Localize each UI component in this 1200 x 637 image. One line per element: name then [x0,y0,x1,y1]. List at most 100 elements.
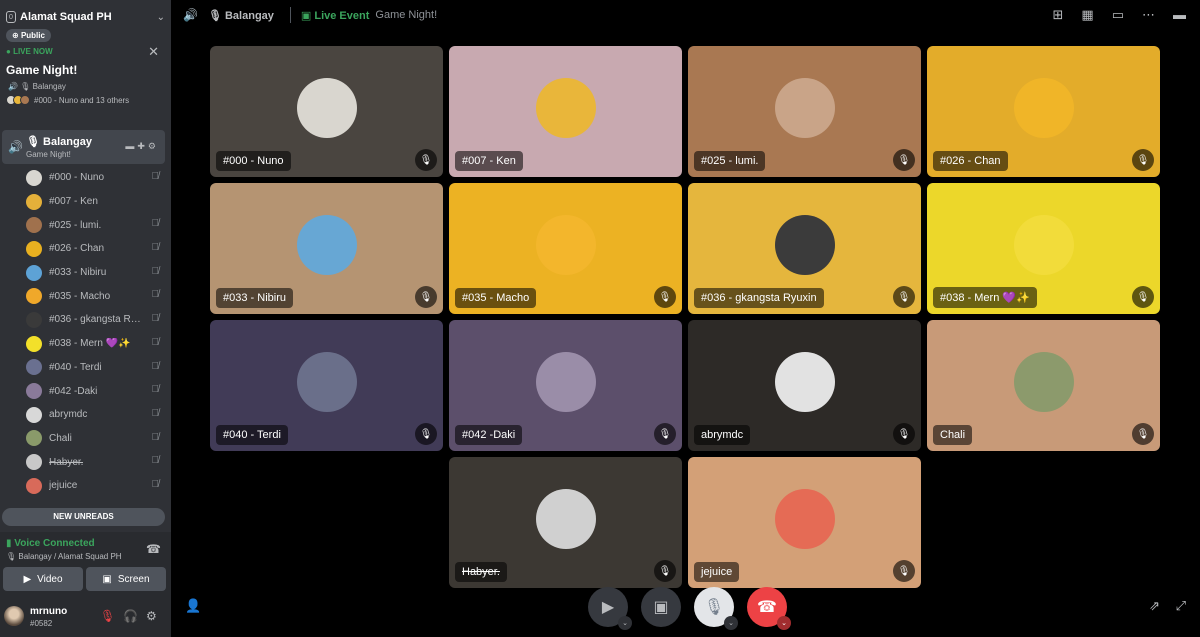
screen-icon: ▣ [102,573,112,585]
avatar [26,311,42,328]
voice-member-item[interactable]: #025 - lumi. 🎙̸ [0,213,171,237]
participant-name: Habyer. [455,562,507,582]
mic-muted-icon: 🎙 [654,286,676,308]
voice-member-item[interactable]: #026 - Chan 🎙̸ [0,237,171,261]
avatar [26,264,42,281]
public-badge: ⊕ Public [6,29,51,42]
avatar [26,240,42,257]
participant-tile[interactable]: #033 - Nibiru 🎙 [210,183,443,314]
voice-status[interactable]: ▮ Voice Connected [6,538,95,549]
mute-button[interactable]: 🎙 ⌄ [694,587,738,630]
chat-icon[interactable]: ▬ [125,141,137,151]
participant-tile[interactable]: #042 -Daki 🎙 [449,320,682,451]
avatar [774,351,835,412]
video-button[interactable]: ▶ Video [3,567,83,591]
more-options-icon[interactable]: ⋯ [1142,7,1155,23]
participant-name: #036 - gkangsta Ryuxin [694,288,824,308]
username[interactable]: mrnuno [30,606,67,617]
user-panel: mrnuno #0582 🎙 🎧 ⚙ [0,598,171,637]
event-attendees[interactable]: #000 - Nuno and 13 others [6,95,129,105]
server-name[interactable]: Alamat Squad PH [20,11,157,23]
invite-user-icon[interactable]: 👤 [185,598,201,614]
headphones-icon[interactable]: 🎧 [123,609,138,623]
fullscreen-icon[interactable]: ⤢ [1176,598,1186,614]
mic-muted-icon: 🎙 [703,599,725,616]
participant-tile[interactable]: #007 - Ken [449,46,682,177]
popout-icon[interactable]: ▭ [1112,7,1124,23]
camera-button[interactable]: ▶ ⌄ [588,587,632,630]
member-name: #035 - Macho [49,290,111,302]
participant-tile[interactable]: #000 - Nuno 🎙 [210,46,443,177]
layout-grid-icon[interactable]: ▦ [1081,7,1093,23]
add-user-icon[interactable]: ✚ [137,141,148,151]
participant-name: #038 - Mern 💜✨ [933,287,1037,308]
live-event-label[interactable]: ▣ Live Event [301,9,369,22]
channel-sidebar: 0 Alamat Squad PH ⌄ ⊕ Public ● LIVE NOW … [0,0,171,637]
channel-name-text: Balangay [43,136,92,148]
chevron-up-icon[interactable]: ⌄ [618,616,632,630]
popout-icon[interactable]: ⇗ [1149,598,1160,614]
channel-actions[interactable]: ▬✚⚙ [125,141,159,152]
chevron-up-icon[interactable]: ⌄ [724,616,738,630]
gear-icon[interactable]: ⚙ [148,141,159,151]
participant-tile[interactable]: #026 - Chan 🎙 [927,46,1160,177]
avatar [26,288,42,305]
avatar [26,383,42,400]
participant-tile[interactable]: #036 - gkangsta Ryuxin 🎙 [688,183,921,314]
voice-member-item[interactable]: #042 -Daki 🎙̸ [0,379,171,403]
participant-tile[interactable]: #025 - lumi. 🎙 [688,46,921,177]
voice-member-item[interactable]: #033 - Nibiru 🎙̸ [0,261,171,285]
avatar [774,488,835,549]
mic-muted-icon: 🎙̸ [151,407,160,419]
mic-muted-icon: 🎙 [415,423,437,445]
participant-tile[interactable]: Habyer. 🎙 [449,457,682,588]
participant-name: #000 - Nuno [216,151,291,171]
voice-member-item[interactable]: #040 - Terdi 🎙̸ [0,356,171,380]
avatar [26,359,42,376]
participant-name: jejuice [694,562,740,582]
voice-member-item[interactable]: #036 - gkangsta Ryuxin 🎙̸ [0,308,171,332]
avatar [774,214,835,275]
voice-member-item[interactable]: jejuice 🎙̸ [0,474,171,498]
avatar [535,77,596,138]
voice-status-text: Voice Connected [14,538,95,549]
voice-member-item[interactable]: #000 - Nuno 🎙̸ [0,166,171,190]
participant-tile[interactable]: #040 - Terdi 🎙 [210,320,443,451]
mic-muted-icon: 🎙̸ [151,455,160,467]
event-name[interactable]: Game Night! [375,9,437,21]
avatar[interactable] [4,606,24,626]
live-now-label: ● LIVE NOW [6,47,53,56]
add-activity-icon[interactable]: ⊞ [1053,7,1064,23]
participant-tile[interactable]: abrymdc 🎙 [688,320,921,451]
event-stage: 🔊 🎙 Balangay [8,82,66,91]
voice-channel-balangay[interactable]: 🔊 🎙 Balangay Game Night! ▬✚⚙ [2,130,165,164]
chat-icon[interactable]: ▬ [1173,7,1186,23]
voice-member-item[interactable]: Chali 🎙̸ [0,427,171,451]
disconnect-button[interactable]: ☎ ⌄ [747,587,791,630]
new-unreads-button[interactable]: NEW UNREADS [2,508,165,526]
voice-member-item[interactable]: #007 - Ken [0,190,171,214]
mic-muted-icon: 🎙̸ [151,242,160,254]
avatar [1013,214,1074,275]
voice-member-item[interactable]: Habyer. 🎙̸ [0,450,171,474]
gear-icon[interactable]: ⚙ [146,609,157,623]
participant-tile[interactable]: Chali 🎙 [927,320,1160,451]
participant-tile[interactable]: jejuice 🎙 [688,457,921,588]
chevron-up-icon[interactable]: ⌄ [777,616,791,630]
chevron-down-icon[interactable]: ⌄ [157,12,165,23]
avatar [535,214,596,275]
close-icon[interactable]: ✕ [148,44,159,60]
voice-member-item[interactable]: #035 - Macho 🎙̸ [0,284,171,308]
topbar-channel-name: 🎙 Balangay [207,9,274,22]
screen-share-button[interactable]: ▣ Screen [86,567,166,591]
participant-tile[interactable]: #038 - Mern 💜✨ 🎙 [927,183,1160,314]
participant-tile[interactable]: #035 - Macho 🎙 [449,183,682,314]
screen-share-button[interactable]: ▣ [641,587,681,627]
event-title[interactable]: Game Night! [6,63,77,77]
voice-location[interactable]: 🎙 Balangay / Alamat Squad PH [6,552,122,561]
avatar [26,406,42,423]
disconnect-icon[interactable]: ☎ [146,542,161,556]
voice-member-item[interactable]: #038 - Mern 💜✨ 🎙̸ [0,332,171,356]
voice-member-item[interactable]: abrymdc 🎙̸ [0,403,171,427]
mic-muted-icon[interactable]: 🎙 [100,609,115,623]
